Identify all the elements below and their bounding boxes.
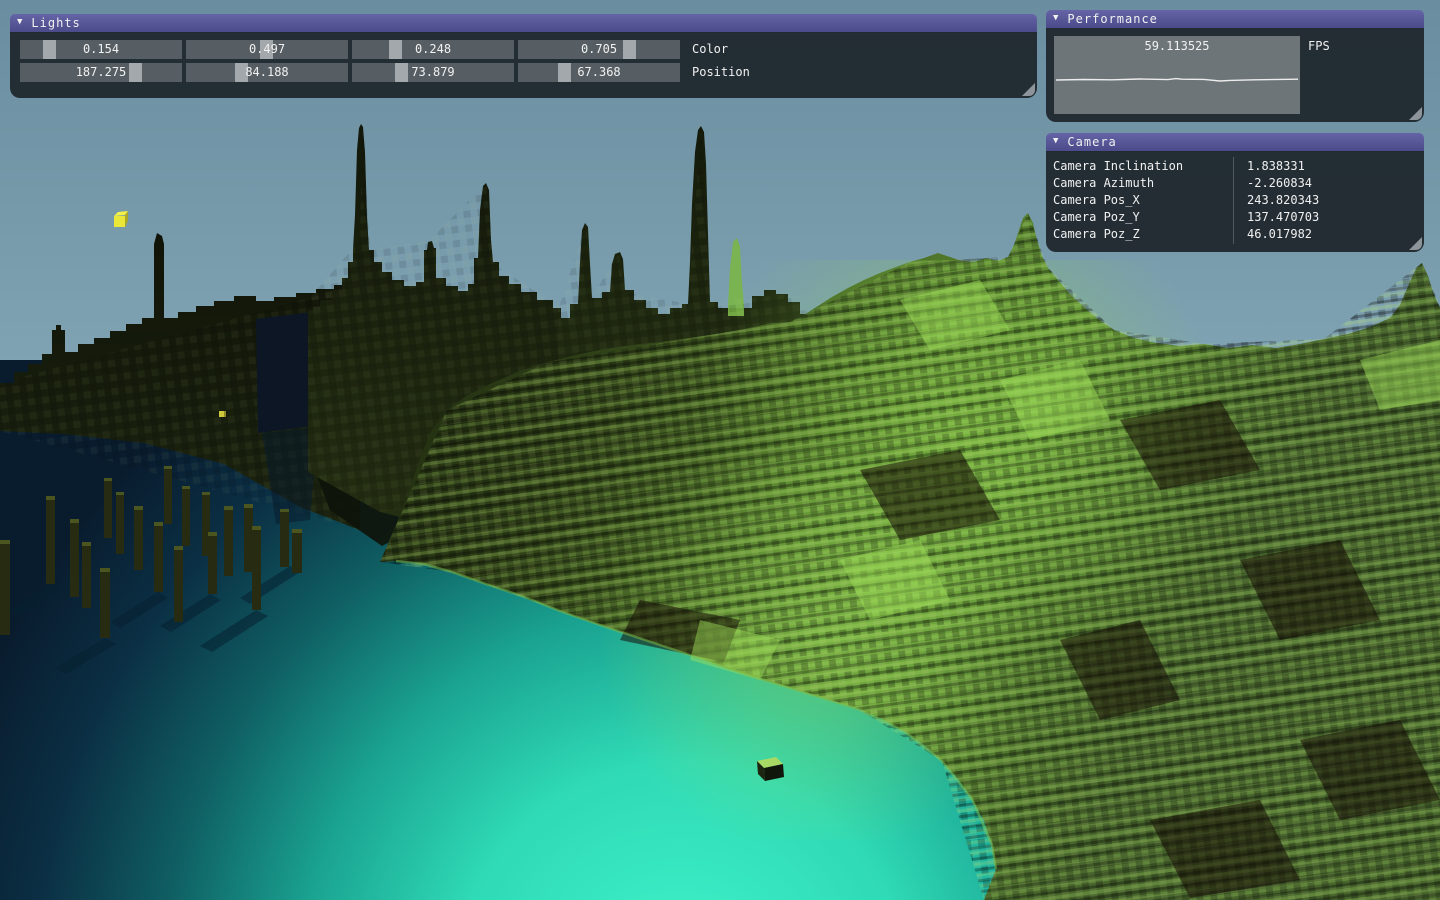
lights-panel: ▼ Lights 0.154 0.497 0.248 0.7 <box>10 14 1037 98</box>
camera-param-label: Camera Inclination <box>1053 158 1233 175</box>
camera-row: Camera Poz_Z 46.017982 <box>1046 226 1424 243</box>
light-color-row: 0.154 0.497 0.248 0.705 Color <box>20 40 728 59</box>
lights-position-slider-1[interactable]: 187.275 <box>20 63 182 82</box>
camera-param-label: Camera Azimuth <box>1053 175 1233 192</box>
resize-grip-icon[interactable] <box>1022 83 1035 96</box>
camera-row: Camera Azimuth -2.260834 <box>1046 175 1424 192</box>
camera-param-label: Camera Poz_Z <box>1053 226 1233 243</box>
app-window: ▼ Lights 0.154 0.497 0.248 0.7 <box>0 0 1440 900</box>
lights-position-slider-4[interactable]: 67.368 <box>518 63 680 82</box>
camera-param-value[interactable]: 1.838331 <box>1247 158 1424 175</box>
camera-rows: Camera Inclination 1.838331 Camera Azimu… <box>1046 158 1424 243</box>
performance-panel: ▼ Performance 59.113525 FPS <box>1046 10 1424 122</box>
collapse-icon[interactable]: ▼ <box>17 18 23 27</box>
slider-value: 0.497 <box>186 40 348 59</box>
camera-param-value[interactable]: 46.017982 <box>1247 226 1424 243</box>
collapse-icon[interactable]: ▼ <box>1053 14 1059 23</box>
collapse-icon[interactable]: ▼ <box>1053 137 1059 146</box>
performance-panel-title: Performance <box>1067 10 1157 28</box>
lights-panel-header[interactable]: ▼ Lights <box>10 14 1037 33</box>
camera-param-value[interactable]: 137.470703 <box>1247 209 1424 226</box>
resize-grip-icon[interactable] <box>1409 237 1422 250</box>
color-row-label: Color <box>692 40 728 59</box>
lights-color-slider-4[interactable]: 0.705 <box>518 40 680 59</box>
lights-position-slider-2[interactable]: 84.188 <box>186 63 348 82</box>
slider-value: 0.705 <box>518 40 680 59</box>
camera-row: Camera Poz_Y 137.470703 <box>1046 209 1424 226</box>
camera-row: Camera Inclination 1.838331 <box>1046 158 1424 175</box>
slider-value: 84.188 <box>186 63 348 82</box>
camera-panel-body: Camera Inclination 1.838331 Camera Azimu… <box>1046 151 1424 252</box>
slider-value: 67.368 <box>518 63 680 82</box>
position-row-label: Position <box>692 63 750 82</box>
camera-param-label: Camera Pos_X <box>1053 192 1233 209</box>
small-light-cube <box>219 411 226 417</box>
lights-color-slider-3[interactable]: 0.248 <box>352 40 514 59</box>
slider-value: 187.275 <box>20 63 182 82</box>
fps-value: 59.113525 <box>1054 39 1300 53</box>
camera-panel-title: Camera <box>1067 133 1116 151</box>
fps-unit-label: FPS <box>1308 39 1330 53</box>
camera-param-label: Camera Poz_Y <box>1053 209 1233 226</box>
slider-value: 73.879 <box>352 63 514 82</box>
performance-panel-header[interactable]: ▼ Performance <box>1046 10 1424 29</box>
fps-graph: 59.113525 <box>1054 36 1300 114</box>
camera-panel-header[interactable]: ▼ Camera <box>1046 133 1424 152</box>
slider-value: 0.248 <box>352 40 514 59</box>
lights-panel-title: Lights <box>31 14 80 32</box>
performance-panel-body: 59.113525 FPS <box>1046 28 1424 122</box>
camera-panel: ▼ Camera Camera Inclination 1.838331 Cam… <box>1046 133 1424 252</box>
lights-panel-body: 0.154 0.497 0.248 0.705 Color <box>10 32 1037 98</box>
camera-row: Camera Pos_X 243.820343 <box>1046 192 1424 209</box>
camera-param-value[interactable]: -2.260834 <box>1247 175 1424 192</box>
resize-grip-icon[interactable] <box>1409 107 1422 120</box>
column-divider <box>1233 157 1234 244</box>
lights-color-slider-1[interactable]: 0.154 <box>20 40 182 59</box>
slider-value: 0.154 <box>20 40 182 59</box>
camera-param-value[interactable]: 243.820343 <box>1247 192 1424 209</box>
lights-color-slider-2[interactable]: 0.497 <box>186 40 348 59</box>
lights-position-slider-3[interactable]: 73.879 <box>352 63 514 82</box>
light-position-row: 187.275 84.188 73.879 67.368 Position <box>20 63 750 82</box>
